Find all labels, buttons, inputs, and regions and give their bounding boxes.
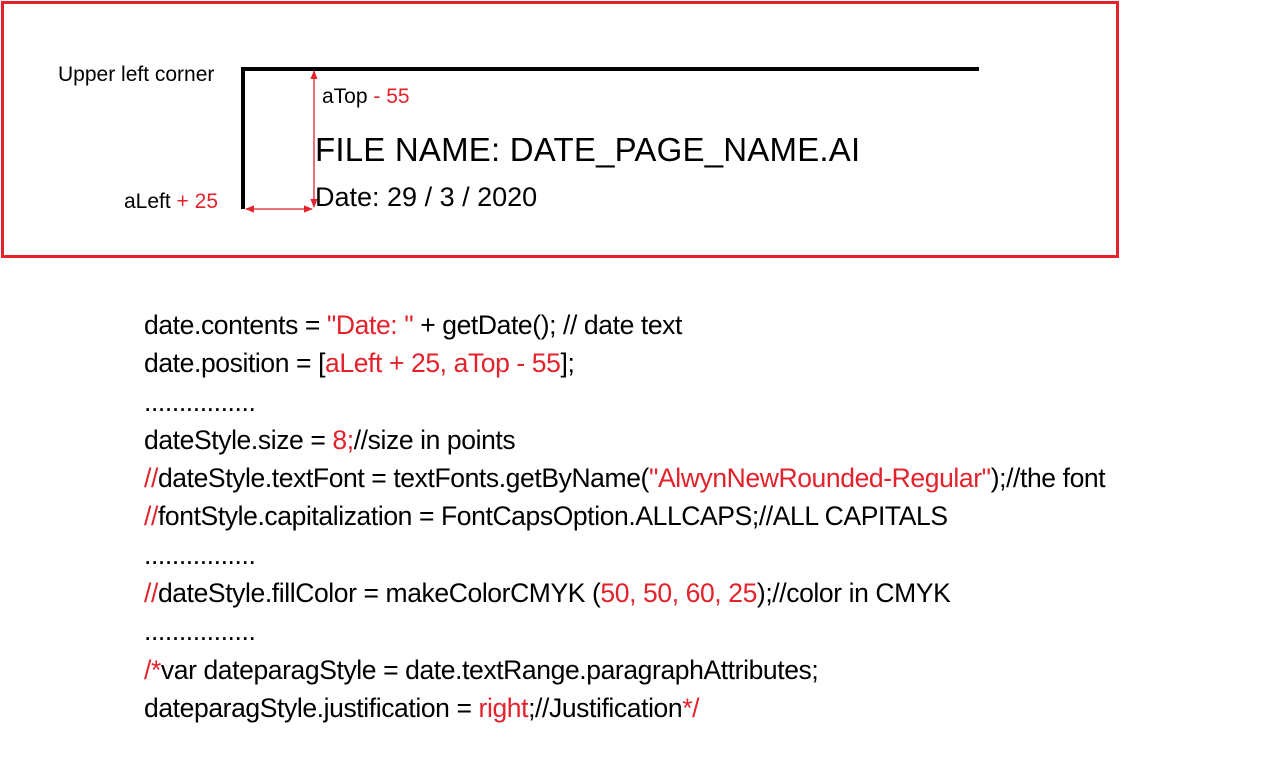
- code-line: ................: [144, 383, 1105, 421]
- code-segment: ................: [144, 616, 256, 647]
- filename-text: FILE NAME: DATE_PAGE_NAME.AI: [315, 131, 861, 168]
- code-segment: ];: [560, 348, 575, 379]
- code-segment: 8;: [332, 424, 354, 455]
- code-segment: /*: [144, 654, 161, 685]
- code-segment: 50, 50, 60, 25: [600, 578, 757, 609]
- code-segment: );//color in CMYK: [756, 578, 951, 609]
- code-line: dateparagStyle.justification = right;//J…: [144, 689, 1105, 727]
- atop-name: aTop: [322, 85, 368, 108]
- code-segment: dateStyle.size =: [144, 424, 333, 455]
- code-segment: ;//Justification: [528, 692, 683, 723]
- code-segment: //: [144, 463, 158, 494]
- code-segment: "AlwynNewRounded-Regular": [648, 463, 991, 494]
- aleft-label: aLeft + 25: [124, 191, 218, 212]
- code-segment: "Date: ": [326, 310, 414, 340]
- code-line: //dateStyle.textFont = textFonts.getByNa…: [144, 459, 1106, 497]
- code-segment: ................: [144, 539, 256, 570]
- atop-offset: - 55: [367, 85, 410, 108]
- code-segment: + getDate(); // date text: [413, 310, 682, 340]
- code-line: /*var dateparagStyle = date.textRange.pa…: [144, 651, 1105, 689]
- code-segment: //size in points: [353, 424, 516, 455]
- atop-label: aTop - 55: [322, 86, 410, 107]
- code-line: date.contents = "Date: " + getDate(); //…: [144, 306, 1105, 344]
- code-segment: aLeft + 25, aTop - 55: [325, 348, 561, 379]
- code-segment: //: [144, 501, 158, 532]
- code-line: //fontStyle.capitalization = FontCapsOpt…: [144, 497, 1105, 535]
- date-text: Date: 29 / 3 / 2020: [315, 182, 538, 212]
- code-segment: //: [144, 578, 158, 609]
- code-segment: );//the font: [990, 463, 1106, 494]
- code-segment: dateparagStyle.justification =: [144, 692, 479, 723]
- code-segment: date.contents =: [144, 310, 327, 340]
- code-segment: dateStyle.fillColor = makeColorCMYK (: [157, 578, 601, 609]
- aleft-offset: + 25: [170, 190, 219, 213]
- corner-label: Upper left corner: [58, 63, 215, 86]
- code-line: ................: [144, 536, 1105, 574]
- code-segment: date.position = [: [144, 348, 326, 379]
- code-line: //dateStyle.fillColor = makeColorCMYK (5…: [144, 574, 1105, 612]
- code-block: date.contents = "Date: " + getDate(); //…: [144, 306, 1106, 727]
- code-line: ................: [144, 612, 1105, 650]
- code-line: dateStyle.size = 8;//size in points: [144, 421, 1105, 459]
- code-line: date.position = [aLeft + 25, aTop - 55];: [144, 344, 1105, 382]
- code-segment: */: [682, 692, 700, 723]
- code-segment: var dateparagStyle = date.textRange.para…: [160, 654, 819, 685]
- code-segment: fontStyle.capitalization = FontCapsOptio…: [157, 501, 948, 532]
- aleft-name: aLeft: [124, 190, 171, 213]
- code-segment: dateStyle.textFont = textFonts.getByName…: [157, 463, 649, 494]
- code-segment: ................: [144, 386, 256, 417]
- code-segment: right: [478, 692, 529, 723]
